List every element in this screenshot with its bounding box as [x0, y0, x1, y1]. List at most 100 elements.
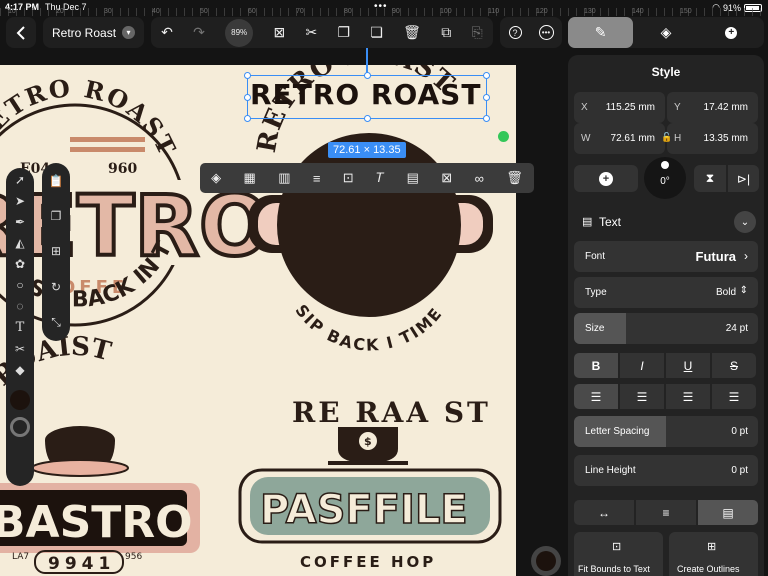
flip-vertical-button[interactable]: ⊳|	[728, 165, 759, 192]
align-left-button[interactable]: ☰	[574, 384, 618, 409]
tab-layers[interactable]: ◈	[633, 17, 698, 48]
group-icon[interactable]: ▥	[278, 170, 290, 186]
font-row[interactable]: Font Futura ›	[574, 241, 758, 272]
duplicate-tool-icon[interactable]: ❐	[51, 209, 62, 223]
logo-pasffile[interactable]: RE RAA ST $ PASFFILE COFFEE HOP	[238, 396, 502, 571]
x-value[interactable]: 115.25 mm	[606, 102, 655, 113]
type-row[interactable]: Type Bold ⇕	[574, 277, 758, 308]
copy-button[interactable]: ❐	[337, 17, 350, 48]
delete-icon[interactable]: 🗑	[506, 170, 523, 186]
cut-button[interactable]: ✂	[305, 17, 317, 48]
document-title[interactable]: Retro Roast	[52, 26, 116, 40]
brush-tool-icon[interactable]: ✿	[15, 257, 25, 271]
logo-retro-left[interactable]: RETRO ROAST E04 960 RETRO OFFE SIP BACK …	[0, 65, 272, 327]
pen-tool-icon[interactable]: ✒	[15, 215, 25, 229]
create-outlines-button[interactable]: ⊞ Create Outlines	[669, 532, 758, 576]
tab-add[interactable]: +	[699, 17, 764, 48]
transparency-icon[interactable]: ▦	[244, 170, 256, 186]
lock-icon[interactable]: 🔓	[661, 132, 672, 143]
x-field[interactable]: X 115.25 mm	[574, 92, 665, 123]
transform-icon[interactable]: ⊞	[51, 244, 61, 258]
paste-style-button[interactable]: ⎘	[472, 17, 483, 48]
auto-height-button[interactable]: ≡	[636, 500, 696, 525]
select-box-button[interactable]: ⊠	[273, 17, 285, 48]
align-center-button[interactable]: ☰	[620, 384, 664, 409]
width-field[interactable]: W 72.61 mm	[574, 123, 665, 154]
green-status-dot[interactable]	[498, 131, 509, 142]
boolean-icon[interactable]: ∞	[475, 171, 484, 186]
selected-text-box[interactable]: RETRO ROAST	[244, 72, 490, 122]
tab-style[interactable]: ✎	[568, 17, 634, 48]
resize-handle-bl[interactable]	[244, 115, 251, 122]
w-value[interactable]: 72.61 mm	[611, 133, 655, 144]
resize-handle-br[interactable]	[483, 115, 490, 122]
fill-color-swatch[interactable]	[10, 390, 30, 410]
height-field[interactable]: 🔓 H 13.35 mm	[661, 123, 758, 154]
flip-horizontal-button[interactable]: ⧗	[694, 165, 726, 192]
eraser-tool-icon[interactable]: ◆	[15, 363, 24, 377]
rotation-knob[interactable]	[661, 161, 669, 169]
color-puck[interactable]	[531, 546, 561, 576]
letter-spacing-value[interactable]: 0 pt	[731, 426, 748, 437]
select-tool-icon[interactable]: ➚	[15, 173, 25, 187]
resize-handle-l[interactable]	[244, 94, 251, 101]
italic-button[interactable]: I	[620, 353, 664, 378]
resize-diagonal-icon[interactable]: ⤡	[51, 315, 61, 330]
mask-icon[interactable]: ⊡	[343, 170, 354, 186]
line-height-value[interactable]: 0 pt	[731, 465, 748, 476]
h-value[interactable]: 13.35 mm	[704, 133, 748, 144]
y-value[interactable]: 17.42 mm	[704, 102, 748, 113]
help-button[interactable]: ?	[508, 17, 522, 48]
letter-spacing-slider[interactable]: Letter Spacing 0 pt	[574, 416, 758, 447]
undo-button[interactable]: ↶	[161, 17, 173, 48]
redo-button[interactable]: ↷	[193, 17, 205, 48]
font-value[interactable]: Futura	[696, 249, 736, 264]
direct-select-tool-icon[interactable]: ➤	[15, 194, 25, 208]
resize-handle-b[interactable]	[364, 115, 371, 122]
delete-button[interactable]: 🗑	[403, 17, 421, 48]
bold-button[interactable]: B	[574, 353, 618, 378]
arrange-layers-icon[interactable]: ◈	[211, 170, 221, 186]
duplicate-button[interactable]: ⧉	[441, 17, 451, 48]
resize-handle-r[interactable]	[483, 94, 490, 101]
lasso-tool-icon[interactable]: ◌	[16, 299, 23, 313]
y-field[interactable]: Y 17.42 mm	[667, 92, 758, 123]
size-value[interactable]: 24 pt	[726, 323, 748, 334]
text-frame-icon[interactable]: ▤	[407, 170, 419, 186]
rotate-icon[interactable]: ↻	[51, 280, 61, 294]
clipboard-icon[interactable]: 📋	[49, 174, 64, 188]
fit-icon[interactable]: ⊠	[441, 170, 452, 186]
anchor-button[interactable]: +	[574, 165, 638, 192]
size-slider[interactable]: Size 24 pt	[574, 313, 758, 344]
text-section-header[interactable]: ▤ Text ⌄	[574, 207, 758, 237]
node-tool-icon[interactable]: ◭	[15, 236, 24, 250]
zoom-indicator[interactable]: 89%	[225, 17, 254, 48]
line-height-slider[interactable]: Line Height 0 pt	[574, 455, 758, 486]
chevron-down-icon[interactable]: ▾	[122, 26, 136, 39]
align-right-button[interactable]: ☰	[666, 384, 710, 409]
scissors-tool-icon[interactable]: ✂	[15, 342, 25, 356]
selected-text[interactable]: RETRO ROAST	[250, 78, 481, 111]
fixed-size-button[interactable]: ▤	[698, 500, 758, 525]
back-button[interactable]	[6, 17, 36, 48]
resize-handle-tl[interactable]	[244, 72, 251, 79]
shape-tool-icon[interactable]: ○	[16, 278, 23, 292]
type-value[interactable]: Bold	[716, 287, 736, 298]
fit-bounds-button[interactable]: ⊡ Fit Bounds to Text	[574, 532, 663, 576]
resize-handle-t[interactable]	[364, 72, 371, 79]
stroke-color-swatch[interactable]	[10, 417, 30, 437]
artboard[interactable]: RETRO ROAST E04 960 RETRO OFFE SIP BACK …	[0, 65, 516, 576]
more-button[interactable]: •••	[538, 17, 554, 48]
collapse-chevron-icon[interactable]: ⌄	[734, 211, 756, 233]
justify-button[interactable]: ☰	[712, 384, 756, 409]
underline-button[interactable]: U	[666, 353, 710, 378]
auto-width-button[interactable]: ↔	[574, 500, 634, 525]
rotation-dial[interactable]: 0°	[644, 157, 686, 199]
document-menu[interactable]: Retro Roast ▾	[43, 17, 144, 48]
resize-handle-tr[interactable]	[483, 72, 490, 79]
paste-button[interactable]: ❏	[370, 17, 383, 48]
strikethrough-button[interactable]: S	[712, 353, 756, 378]
text-on-path-icon[interactable]: 𝑇	[376, 170, 384, 186]
align-icon[interactable]: ≡	[313, 171, 321, 186]
text-tool-icon[interactable]: T	[16, 320, 25, 335]
